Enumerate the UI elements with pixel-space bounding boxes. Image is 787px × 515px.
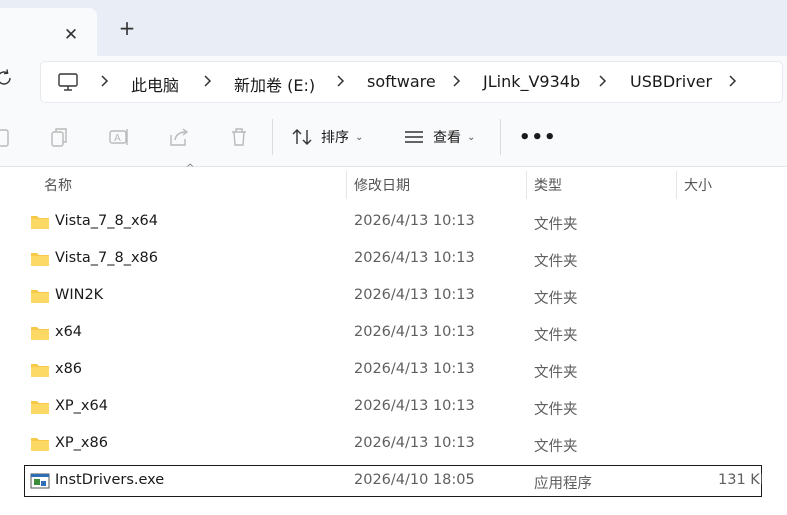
list-item[interactable]: XP_x86 2026/4/13 10:13 文件夹 [0,429,762,461]
refresh-icon[interactable] [0,68,14,88]
delete-icon[interactable] [228,126,250,148]
chevron-right-icon[interactable] [202,73,214,89]
file-date: 2026/4/13 10:13 [354,287,475,303]
svg-text:A: A [114,133,121,144]
file-date: 2026/4/10 18:05 [354,472,475,488]
folder-icon [31,438,49,451]
file-date: 2026/4/13 10:13 [354,361,475,377]
list-item[interactable]: WIN2K 2026/4/13 10:13 文件夹 [0,281,762,313]
file-name: XP_x64 [55,398,108,414]
sort-icon [292,129,312,145]
column-header-size[interactable]: 大小 [684,175,712,195]
tab-strip: ✕ + [0,0,787,56]
column-header-row: 名称 修改日期 类型 大小 [0,167,787,201]
file-name: Vista_7_8_x64 [55,213,158,229]
folder-icon [31,290,49,303]
file-name: Vista_7_8_x86 [55,250,158,266]
chevron-down-icon: ⌄ [467,131,476,143]
breadcrumb-usbdriver[interactable]: USBDriver [630,72,712,91]
file-date: 2026/4/13 10:13 [354,435,475,451]
list-item[interactable]: x64 2026/4/13 10:13 文件夹 [0,318,762,350]
list-item[interactable]: Vista_7_8_x64 2026/4/13 10:13 文件夹 [0,207,762,239]
chevron-right-icon[interactable] [335,73,347,89]
file-list: ^ 名称 修改日期 类型 大小 Vista_7_8_x64 2026/4/13 … [0,163,787,515]
tab-active[interactable]: ✕ [0,8,97,56]
paste-icon[interactable] [0,126,12,148]
chevron-right-icon[interactable] [727,73,739,89]
column-header-name[interactable]: 名称 [44,175,72,195]
file-date: 2026/4/13 10:13 [354,398,475,414]
rename-icon[interactable]: A [108,126,130,148]
file-type: 文件夹 [534,365,578,381]
folder-icon [31,364,49,377]
view-button[interactable]: 查看 ⌄ [403,126,475,148]
column-header-date[interactable]: 修改日期 [354,175,410,195]
command-bar: A 排序 ⌄ 查看 ⌄ ••• [0,107,787,167]
breadcrumb-this-pc[interactable]: 此电脑 [131,72,179,96]
chevron-right-icon[interactable] [99,73,111,89]
file-type: 文件夹 [534,254,578,270]
toolbar-divider [272,119,273,155]
share-icon[interactable] [168,126,190,148]
file-type: 文件夹 [534,439,578,455]
toolbar-divider [500,119,501,155]
computer-icon[interactable] [57,72,79,92]
more-options-icon[interactable]: ••• [519,127,557,148]
file-type: 文件夹 [534,217,578,233]
exe-icon [30,473,50,489]
view-icon [405,131,423,143]
file-name: x86 [55,361,83,377]
list-item[interactable]: XP_x64 2026/4/13 10:13 文件夹 [0,392,762,424]
file-type: 文件夹 [534,328,578,344]
folder-icon [31,216,49,229]
breadcrumb-software[interactable]: software [367,72,436,91]
sort-button[interactable]: 排序 ⌄ [291,126,363,148]
file-name: WIN2K [55,287,104,303]
file-name: x64 [55,324,83,340]
file-date: 2026/4/13 10:13 [354,213,475,229]
list-item[interactable]: x86 2026/4/13 10:13 文件夹 [0,355,762,387]
folder-icon [31,327,49,340]
file-name: InstDrivers.exe [55,472,165,488]
column-divider[interactable] [526,171,527,199]
folder-icon [31,253,49,266]
file-type: 应用程序 [534,476,592,492]
column-header-type[interactable]: 类型 [534,175,562,195]
file-name: XP_x86 [55,435,108,451]
view-label: 查看 [433,130,461,146]
file-type: 文件夹 [534,402,578,418]
breadcrumb-drive-e[interactable]: 新加卷 (E:) [234,72,315,96]
file-date: 2026/4/13 10:13 [354,324,475,340]
address-row: 此电脑 新加卷 (E:) software JLink_V934b USBDri… [0,56,787,107]
breadcrumb-jlink[interactable]: JLink_V934b [483,72,580,91]
chevron-down-icon: ⌄ [355,131,364,143]
folder-icon [31,401,49,414]
column-divider[interactable] [346,171,347,199]
chevron-right-icon[interactable] [597,73,609,89]
list-edge [762,167,787,515]
list-item[interactable]: Vista_7_8_x86 2026/4/13 10:13 文件夹 [0,244,762,276]
list-item-selected[interactable]: InstDrivers.exe 2026/4/10 18:05 应用程序 131… [24,465,770,497]
chevron-right-icon[interactable] [451,73,463,89]
column-divider[interactable] [676,171,677,199]
file-type: 文件夹 [534,291,578,307]
sort-label: 排序 [321,130,349,146]
file-date: 2026/4/13 10:13 [354,250,475,266]
copy-icon[interactable] [48,126,70,148]
address-bar[interactable]: 此电脑 新加卷 (E:) software JLink_V934b USBDri… [40,61,783,103]
close-tab-icon[interactable]: ✕ [61,25,81,45]
new-tab-icon[interactable]: + [116,17,138,39]
